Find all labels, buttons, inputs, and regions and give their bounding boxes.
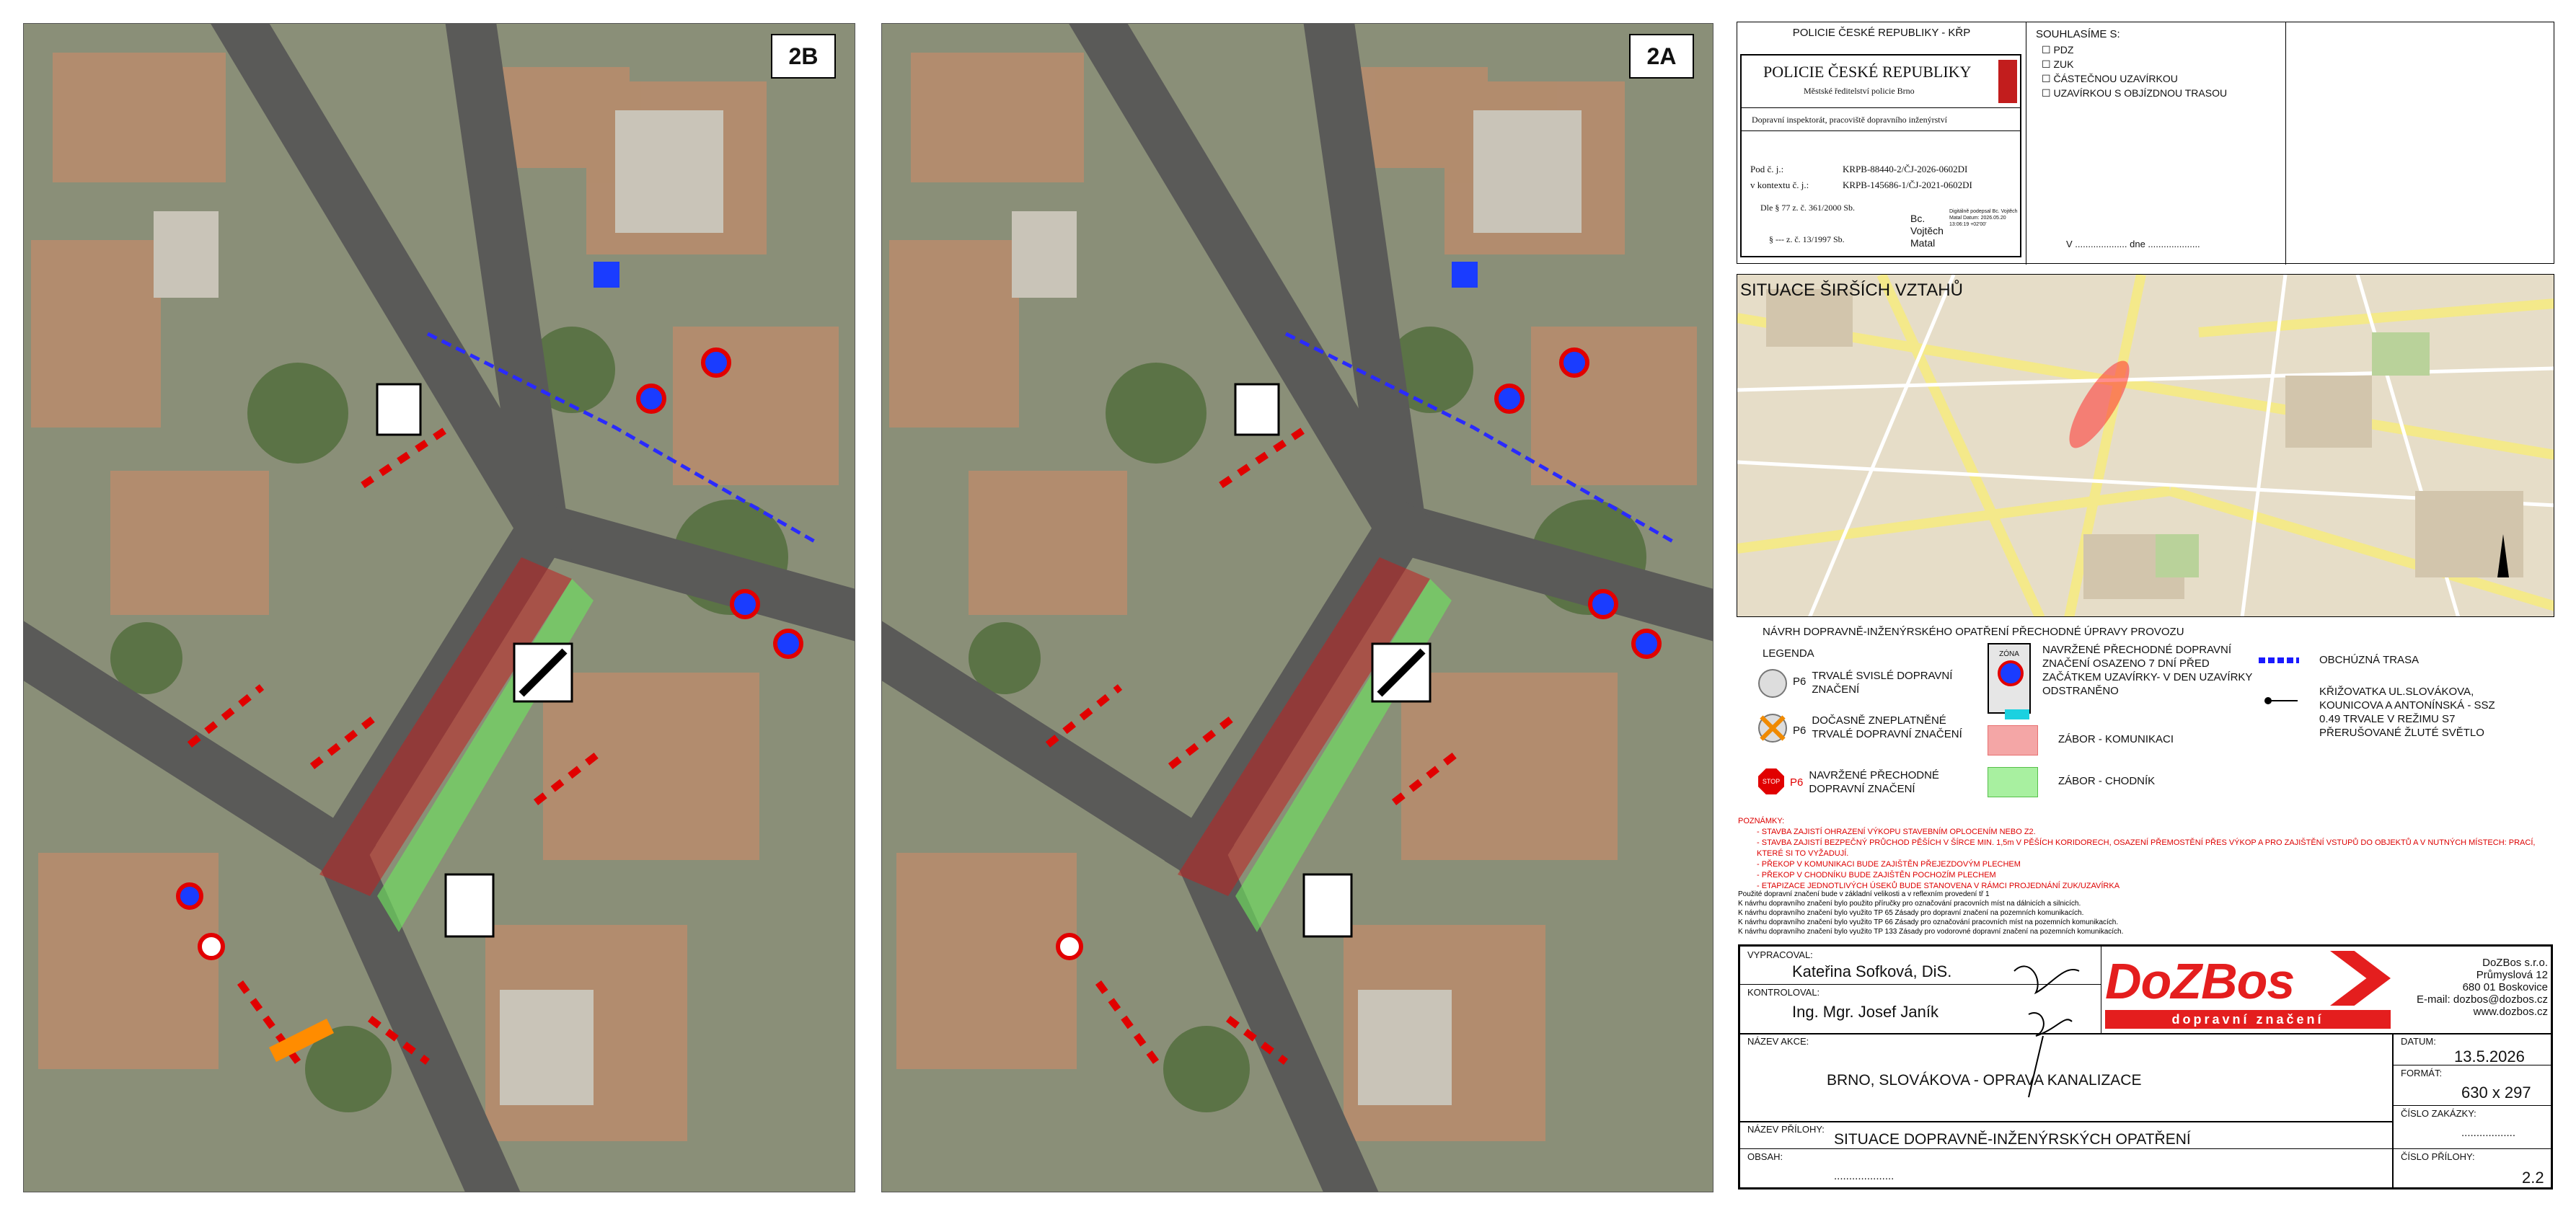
stamp-area: POLICIE ČESKÉ REPUBLIKY - KŘP POLICIE ČE… xyxy=(1737,22,2554,265)
logo-chevron-icon xyxy=(2330,951,2391,1006)
approval-date-line: V .................... dne .............… xyxy=(2066,239,2200,249)
map-panel-2b[interactable]: 2B xyxy=(23,23,855,1192)
legend-objizdna: OBCHÚZNÁ TRASA xyxy=(2259,653,2547,667)
cislo-prilohy-label: ČÍSLO PŘÍLOHY: xyxy=(2401,1151,2475,1162)
vypracoval-label: VYPRACOVAL: xyxy=(1747,949,1813,960)
police-subtitle: Městské ředitelství policie Brno xyxy=(1804,86,1915,96)
aerial-map-2b xyxy=(24,24,855,1192)
police-signature-note: Digitálně podepsal Bc. Vojtěch Matal Dat… xyxy=(1949,209,2018,227)
kontroloval-name: Ing. Mgr. Josef Janík xyxy=(1792,1003,1938,1021)
note-2: - STAVBA ZAJISTÍ BEZPEČNÝ PRŮCHOD PĚŠÍCH… xyxy=(1757,838,2536,858)
legend-zabor-komunikace: ZÁBOR - KOMUNIKACI xyxy=(1988,725,2262,756)
datum-value: 13.5.2026 xyxy=(2454,1047,2525,1065)
format-value: 630 x 297 xyxy=(2461,1084,2531,1102)
sign-trvale-icon xyxy=(1758,669,1787,698)
kontroloval-label: KONTROLOVAL: xyxy=(1747,987,1820,998)
sign-stop-icon: STOP xyxy=(1758,768,1784,794)
law-ref-2: § --- z. č. 13/1997 Sb. xyxy=(1769,234,1845,244)
objizdna-trasa-swatch xyxy=(2259,657,2299,663)
approval-option-zuk[interactable]: ☐ ZUK xyxy=(2042,57,2227,71)
company-logo: DoZBos dopravní značení xyxy=(2102,947,2391,1033)
legend-navrzene: STOP P6 NAVRŽENÉ PŘECHODNÉ DOPRAVNÍ ZNAČ… xyxy=(1758,768,1982,796)
prilohy-label: NÁZEV PŘÍLOHY: xyxy=(1747,1124,1825,1135)
footnotes: Použité dopravní značení bude v základní… xyxy=(1738,890,2124,936)
obsah-value: .................... xyxy=(1834,1170,1894,1182)
zabor-komunikace-swatch xyxy=(1988,725,2038,756)
kontext-label: v kontextu č. j.: xyxy=(1750,180,1809,190)
law-ref-1: Dle § 77 z. č. 361/2000 Sb. xyxy=(1760,203,1855,213)
datum-label: DATUM: xyxy=(2401,1036,2436,1047)
sign-docasne-icon xyxy=(1758,714,1787,743)
police-header: POLICIE ČESKÉ REPUBLIKY - KŘP xyxy=(1792,27,1971,39)
logo-text: DoZBos xyxy=(2105,953,2295,1009)
approval-option-pdz[interactable]: ☐ PDZ xyxy=(2042,43,2227,57)
cislo-prilohy-value: 2.2 xyxy=(2522,1169,2544,1187)
title-block: VYPRACOVAL: Kateřina Sofková, DiS. KONTR… xyxy=(1738,944,2553,1189)
legend-docasne: P6 DOČASNĚ ZNEPLATNĚNÉ TRVALÉ DOPRAVNÍ Z… xyxy=(1758,714,1982,743)
overview-map-drawing xyxy=(1737,275,2554,616)
notes-block: POZNÁMKY: - STAVBA ZAJISTÍ OHRAZENÍ VÝKO… xyxy=(1738,816,2546,892)
akce-label: NÁZEV AKCE: xyxy=(1747,1036,1809,1047)
police-crest-icon xyxy=(1998,60,2017,103)
overview-title: SITUACE ŠIRŠÍCH VZTAHŮ xyxy=(1740,280,1963,300)
zakazky-label: ČÍSLO ZAKÁZKY: xyxy=(2401,1108,2476,1119)
company-contact: DoZBos s.r.o. Průmyslová 12 680 01 Bosko… xyxy=(2417,957,2548,1018)
legend-heading: NÁVRH DOPRAVNĚ-INŽENÝRSKÉHO OPATŘENÍ PŘE… xyxy=(1763,626,2184,638)
note-3: - PŘEKOP V KOMUNIKACI BUDE ZAJIŠTĚN PŘEJ… xyxy=(1757,860,2021,869)
pod-cj-value: KRPB-88440-2/ČJ-2026-0602DI xyxy=(1843,164,1968,174)
prilohy-value: SITUACE DOPRAVNĚ-INŽENÝRSKÝCH OPATŘENÍ xyxy=(1834,1131,2191,1148)
legend-osazeno: ZÓNA NAVRŽENÉ PŘECHODNÉ DOPRAVNÍ ZNAČENÍ… xyxy=(1988,643,2262,719)
format-label: FORMÁT: xyxy=(2401,1068,2443,1078)
overview-map[interactable]: SITUACE ŠIRŠÍCH VZTAHŮ xyxy=(1737,274,2554,617)
police-dept: Dopravní inspektorát, pracoviště dopravn… xyxy=(1752,115,1947,125)
zabor-chodnik-swatch xyxy=(1988,767,2038,797)
approval-option-objizdna[interactable]: ☐ UZAVÍRKOU S OBJÍZDNOU TRASOU xyxy=(2042,86,2227,100)
zona-sign-icon: ZÓNA xyxy=(1988,643,2031,719)
police-title: POLICIE ČESKÉ REPUBLIKY xyxy=(1763,63,1972,81)
approval-title: SOUHLASÍME S: xyxy=(2036,28,2120,40)
approval-option-castecna[interactable]: ☐ ČÁSTEČNOU UZAVÍRKOU xyxy=(2042,71,2227,86)
drawing-sheet: POLICIE ČESKÉ REPUBLIKY - KŘP POLICIE ČE… xyxy=(1737,22,2554,1191)
aerial-map-2a xyxy=(882,24,1713,1192)
zakazky-value: .................. xyxy=(2461,1127,2516,1139)
pod-cj-label: Pod č. j.: xyxy=(1750,164,1784,174)
approval-options: ☐ PDZ ☐ ZUK ☐ ČÁSTEČNOU UZAVÍRKOU ☐ UZAV… xyxy=(2042,43,2227,100)
map-panel-2a[interactable]: 2A xyxy=(881,23,1713,1192)
map-label-2b: 2B xyxy=(771,34,836,79)
police-signer: Bc. Vojtěch Matal xyxy=(1910,213,1944,249)
legend-krizovatka: KŘIŽOVATKA UL.SLOVÁKOVA, KOUNICOVA A ANT… xyxy=(2259,685,2547,740)
legend-zabor-chodnik: ZÁBOR - CHODNÍK xyxy=(1988,767,2262,797)
logo-tagline: dopravní značení xyxy=(2105,1010,2391,1029)
notes-title: POZNÁMKY: xyxy=(1738,817,1785,825)
vypracoval-name: Kateřina Sofková, DiS. xyxy=(1792,962,1952,980)
akce-value: BRNO, SLOVÁKOVA - OPRAVA KANALIZACE xyxy=(1827,1072,2142,1089)
map-label-2a: 2A xyxy=(1629,34,1694,79)
kontext-value: KRPB-145686-1/ČJ-2021-0602DI xyxy=(1843,180,1972,190)
note-4: - PŘEKOP V CHODNÍKU BUDE ZAJIŠTĚN POCHOZ… xyxy=(1757,871,1996,880)
legend-title: LEGENDA xyxy=(1763,647,1814,660)
note-1: - STAVBA ZAJISTÍ OHRAZENÍ VÝKOPU STAVEBN… xyxy=(1757,828,2036,836)
obsah-label: OBSAH: xyxy=(1747,1151,1783,1162)
traffic-light-icon xyxy=(2259,694,2299,708)
police-stamp: POLICIE ČESKÉ REPUBLIKY Městské ředitels… xyxy=(1740,54,2021,257)
legend-trvale: P6 TRVALÉ SVISLÉ DOPRAVNÍ ZNAČENÍ xyxy=(1758,669,1982,698)
